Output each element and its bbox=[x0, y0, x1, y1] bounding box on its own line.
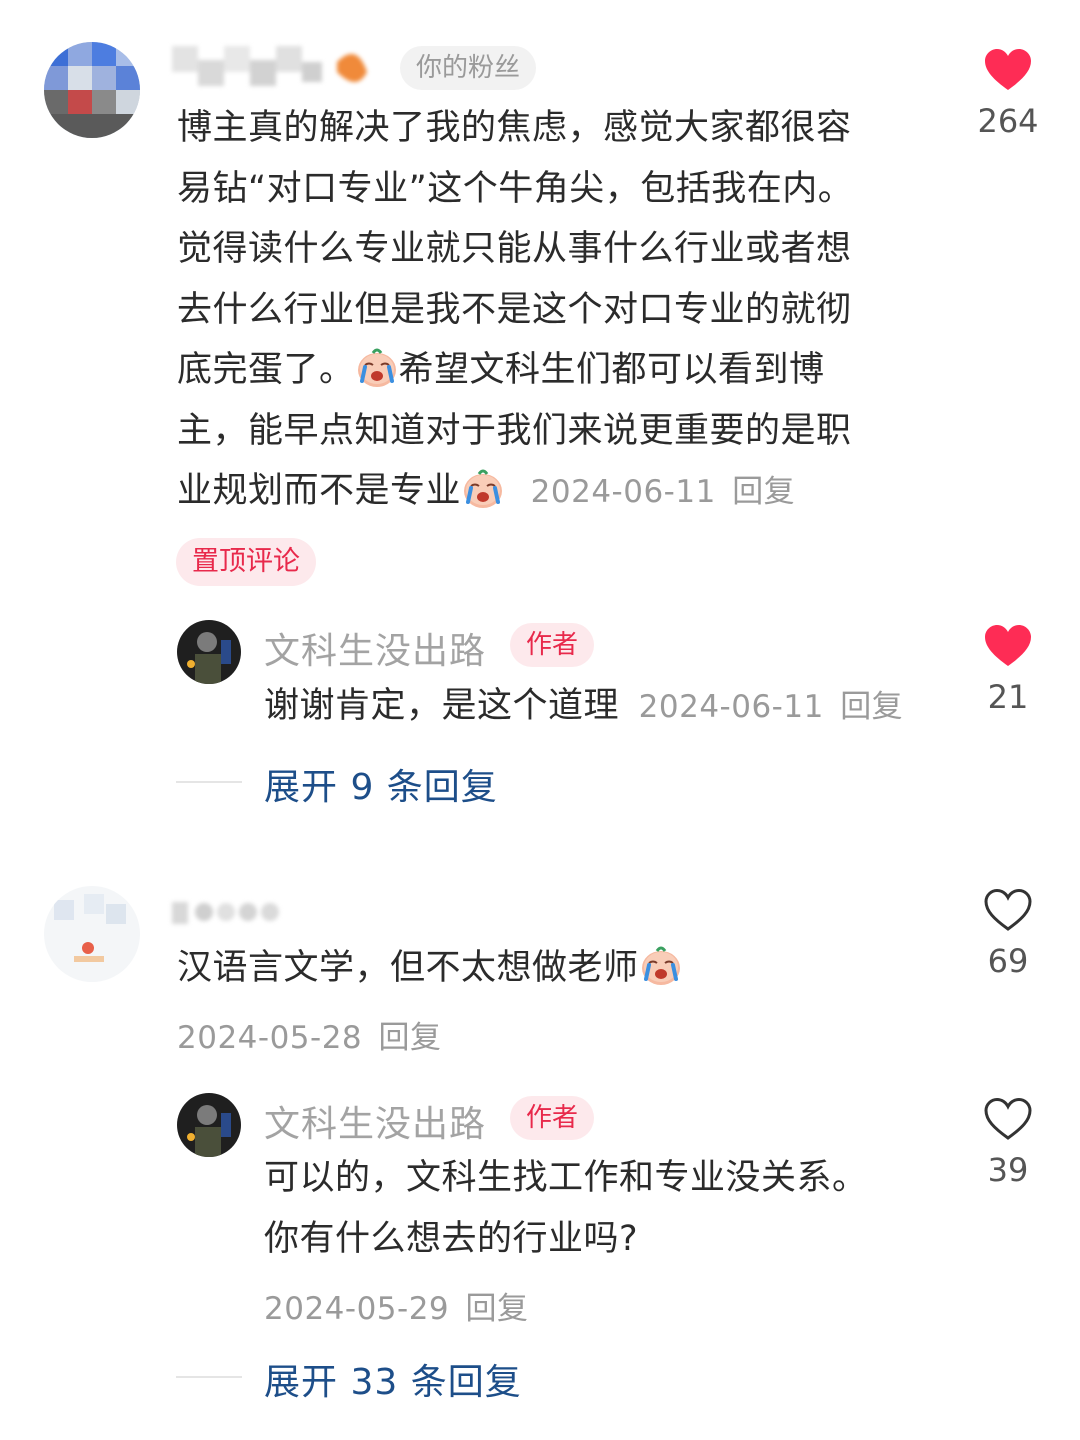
author-badge: 作者 bbox=[510, 1096, 595, 1140]
commenter-avatar[interactable] bbox=[44, 886, 140, 982]
heart-filled-icon[interactable] bbox=[984, 48, 1032, 92]
author-avatar[interactable] bbox=[177, 1093, 241, 1157]
heart-filled-icon[interactable] bbox=[984, 624, 1032, 668]
comment-date: 2024-05-28 bbox=[177, 1020, 363, 1056]
reply-button[interactable]: 回复 bbox=[840, 689, 903, 725]
reply-button[interactable]: 回复 bbox=[466, 1291, 529, 1327]
reply-date: 2024-06-11 bbox=[638, 689, 824, 725]
expand-divider bbox=[176, 1376, 242, 1378]
reply-button[interactable]: 回复 bbox=[379, 1020, 442, 1056]
expand-replies-button[interactable]: 展开 33 条回复 bbox=[264, 1353, 522, 1405]
reply-meta: 2024-05-29 回复 bbox=[264, 1283, 529, 1328]
reply-button[interactable]: 回复 bbox=[732, 474, 795, 510]
reply-text: 谢谢肯定，是这个道理 2024-06-11 回复 bbox=[264, 686, 904, 726]
commenter-username[interactable] bbox=[172, 892, 292, 941]
like-count: 39 bbox=[987, 1151, 1029, 1189]
author-name[interactable]: 文科生没出路 bbox=[264, 622, 486, 674]
crying-face-icon bbox=[639, 943, 683, 987]
author-name[interactable]: 文科生没出路 bbox=[264, 1095, 486, 1147]
comment-date: 2024-06-11 bbox=[530, 474, 716, 510]
author-avatar[interactable] bbox=[177, 620, 241, 684]
author-badge: 作者 bbox=[510, 623, 595, 667]
commenter-username[interactable] bbox=[172, 42, 382, 101]
pinned-badge: 置顶评论 bbox=[176, 538, 316, 586]
comment-text: 汉语言文学，但不太想做老师 bbox=[177, 938, 937, 999]
like-button[interactable]: 21 bbox=[953, 624, 1063, 716]
crying-face-icon bbox=[461, 466, 505, 510]
like-count: 69 bbox=[987, 942, 1029, 980]
heart-outline-icon[interactable] bbox=[984, 1097, 1032, 1141]
reply-text: 可以的，文科生找工作和专业没关系。 你有什么想去的行业吗? bbox=[264, 1158, 868, 1259]
expand-replies-button[interactable]: 展开 9 条回复 bbox=[264, 758, 498, 810]
like-count: 264 bbox=[977, 102, 1039, 140]
expand-divider bbox=[176, 781, 242, 783]
like-button[interactable]: 69 bbox=[953, 888, 1063, 980]
heart-outline-icon[interactable] bbox=[984, 888, 1032, 932]
fan-badge: 你的粉丝 bbox=[400, 46, 537, 90]
comment-meta: 2024-05-28 回复 bbox=[177, 1012, 442, 1057]
like-count: 21 bbox=[987, 678, 1029, 716]
like-button[interactable]: 39 bbox=[953, 1097, 1063, 1189]
commenter-avatar[interactable] bbox=[44, 42, 140, 138]
reply-date: 2024-05-29 bbox=[264, 1291, 450, 1327]
crying-face-icon bbox=[355, 345, 399, 389]
comment-text: 博主真的解决了我的焦虑，感觉大家都很容 易钻“对口专业”这个牛角尖，包括我在内。… bbox=[177, 108, 854, 511]
like-button[interactable]: 264 bbox=[953, 48, 1063, 140]
